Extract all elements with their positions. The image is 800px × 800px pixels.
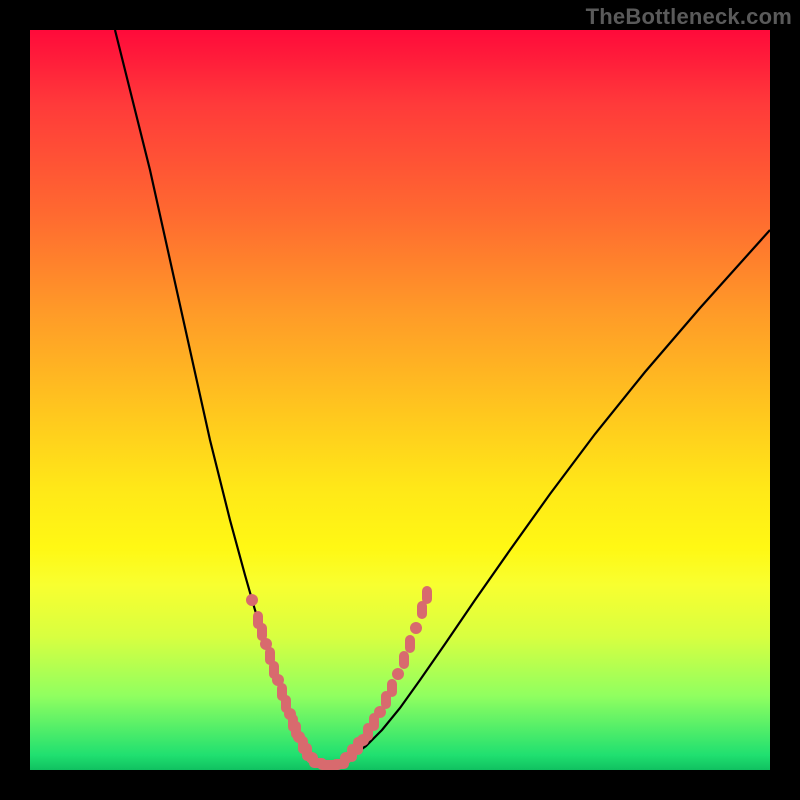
chart-area: [30, 30, 770, 770]
watermark: TheBottleneck.com: [586, 4, 792, 30]
curve-markers: [246, 586, 432, 770]
curve-left: [115, 30, 330, 765]
chart-svg: [30, 30, 770, 770]
